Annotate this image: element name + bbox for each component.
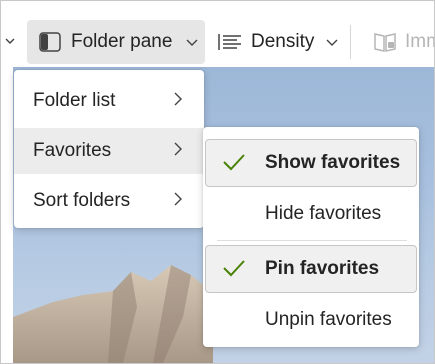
chevron-down-icon: [186, 37, 198, 47]
favorites-submenu: Show favorites Hide favorites Pin favori…: [203, 127, 419, 347]
menu-item-folder-list[interactable]: Folder list: [14, 78, 204, 124]
menu-item-label: Hide favorites: [265, 203, 382, 224]
app-window: Folder pane Density Im Folder list Favor…: [0, 0, 435, 364]
immersive-reader-label: Imm: [405, 31, 434, 52]
folder-pane-menu: Folder list Favorites Sort folders: [14, 70, 204, 228]
toolbar: Folder pane Density Im: [1, 1, 434, 67]
menu-item-sort-folders[interactable]: Sort folders: [14, 178, 204, 224]
menu-item-label: Pin favorites: [265, 258, 380, 279]
menu-item-label: Show favorites: [265, 152, 401, 173]
folder-pane-icon: [39, 32, 61, 52]
chevron-down-icon: [326, 37, 338, 47]
checkmark-icon: [222, 259, 246, 277]
toolbar-divider: [350, 25, 351, 59]
menu-item-hide-favorites[interactable]: Hide favorites: [203, 191, 419, 237]
folder-pane-button[interactable]: Folder pane: [27, 20, 205, 64]
menu-item-show-favorites[interactable]: Show favorites: [205, 139, 417, 187]
chevron-right-icon: [174, 92, 182, 106]
checkmark-icon: [222, 153, 246, 171]
menu-divider: [217, 240, 407, 241]
immersive-reader-button[interactable]: Imm: [373, 21, 434, 63]
menu-item-label: Sort folders: [33, 190, 131, 211]
chevron-right-icon: [174, 192, 182, 206]
menu-item-label: Favorites: [33, 140, 112, 161]
density-label: Density: [251, 31, 315, 52]
overflow-chevron-icon[interactable]: [5, 33, 15, 51]
menu-item-pin-favorites[interactable]: Pin favorites: [205, 245, 417, 293]
menu-item-favorites[interactable]: Favorites: [14, 128, 204, 174]
menu-item-unpin-favorites[interactable]: Unpin favorites: [203, 297, 419, 343]
density-icon: [217, 32, 243, 52]
chevron-right-icon: [174, 142, 182, 156]
menu-item-label: Unpin favorites: [265, 309, 392, 330]
folder-pane-label: Folder pane: [71, 31, 173, 52]
immersive-reader-icon: [373, 31, 397, 53]
menu-item-label: Folder list: [33, 90, 116, 111]
density-button[interactable]: Density: [217, 21, 338, 63]
